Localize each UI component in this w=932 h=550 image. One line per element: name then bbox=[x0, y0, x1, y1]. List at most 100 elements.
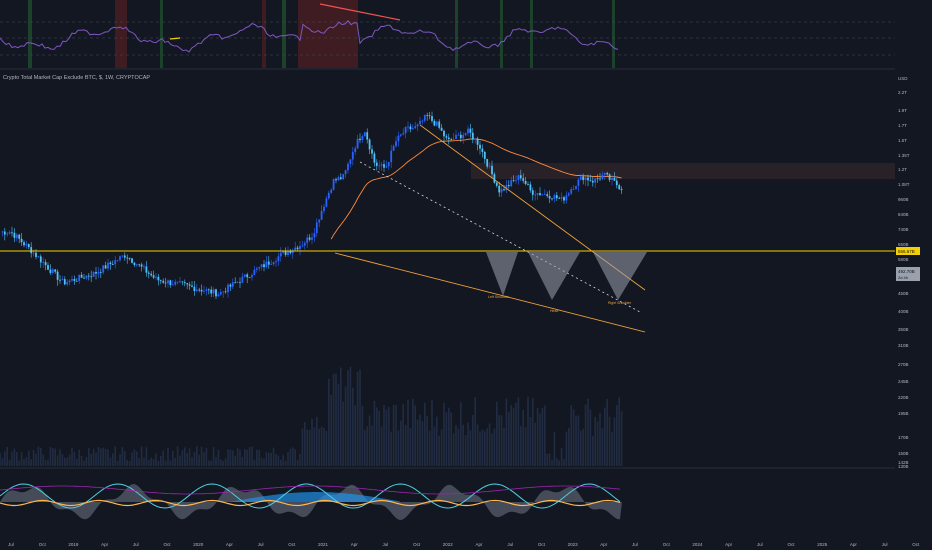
candle-body bbox=[476, 138, 479, 145]
time-tick-label: 2024 bbox=[692, 542, 703, 547]
time-tick-label: Jul bbox=[882, 542, 888, 547]
candle-body bbox=[294, 247, 297, 251]
volume-bar bbox=[515, 402, 517, 466]
volume-bar bbox=[162, 450, 164, 466]
candle-body bbox=[323, 206, 325, 211]
rsi-signal-band bbox=[530, 0, 533, 68]
volume-bar bbox=[390, 431, 392, 466]
candle-body bbox=[123, 255, 126, 258]
volume-bar bbox=[589, 409, 592, 466]
volume-bar bbox=[227, 449, 229, 466]
candle-body bbox=[570, 189, 573, 194]
candle-body bbox=[512, 180, 515, 182]
volume-bar bbox=[385, 409, 388, 466]
price-tick-label: 130B bbox=[898, 464, 909, 469]
volume-bar bbox=[126, 459, 128, 466]
time-tick-label: Apr bbox=[101, 542, 109, 547]
candle-body bbox=[272, 262, 275, 265]
candle-body bbox=[457, 134, 460, 136]
candle-body bbox=[347, 163, 349, 171]
volume-bar bbox=[287, 452, 289, 466]
candle-body bbox=[311, 237, 313, 240]
volume-bar bbox=[436, 416, 438, 466]
volume-bar bbox=[496, 401, 498, 466]
volume-bar bbox=[431, 400, 433, 466]
volume-bar bbox=[580, 430, 582, 466]
candle-body bbox=[133, 262, 136, 265]
volume-bar bbox=[296, 459, 299, 466]
chart-canvas[interactable]: 80.0060.0040.0020.00 Crypto Total Market… bbox=[0, 0, 932, 550]
candle-body bbox=[32, 252, 35, 254]
volume-bar bbox=[275, 454, 277, 466]
candle-body bbox=[421, 120, 424, 122]
candle-body bbox=[75, 280, 78, 282]
volume-bar bbox=[464, 435, 467, 466]
volume-bar bbox=[505, 398, 508, 466]
candle-body bbox=[15, 234, 18, 238]
price-axis[interactable]: USD 2.2T 1.9T 1.7T 1.5T 1.35T 1.2T 1.08T 960B 84… bbox=[895, 0, 932, 535]
volume-bar bbox=[414, 405, 416, 466]
volume-bar bbox=[354, 405, 356, 466]
volume-bar bbox=[239, 449, 241, 466]
candle-body bbox=[11, 232, 13, 234]
candle-body bbox=[68, 280, 71, 283]
volume-bar bbox=[64, 457, 66, 466]
volume-bar bbox=[37, 446, 40, 466]
candle-body bbox=[246, 274, 249, 278]
candle-body bbox=[591, 180, 594, 183]
volume-bar bbox=[229, 449, 232, 466]
candle-body bbox=[428, 115, 431, 117]
volume-bar bbox=[128, 460, 131, 466]
time-axis[interactable]: Jul Oct 2019 Apr Jul Oct 2020 Apr Jul Oct 2021 Apr J… bbox=[0, 535, 932, 550]
price-tick-label: 1.9T bbox=[898, 108, 907, 113]
volume-bar bbox=[241, 457, 244, 466]
volume-bar bbox=[448, 407, 450, 466]
candle-body bbox=[296, 247, 299, 250]
volume-bar bbox=[596, 421, 599, 466]
volume-bar bbox=[371, 425, 373, 466]
volume-bar bbox=[400, 420, 402, 466]
candle-body bbox=[1, 231, 4, 233]
volume-bar bbox=[148, 459, 150, 466]
volume-bar bbox=[47, 459, 49, 466]
volume-bar bbox=[328, 378, 330, 466]
volume-bar bbox=[476, 424, 479, 466]
candle-body bbox=[263, 264, 265, 268]
volume-bar bbox=[30, 459, 32, 466]
volume-bar bbox=[551, 459, 553, 466]
candle-body bbox=[270, 264, 273, 265]
candle-body bbox=[378, 165, 381, 167]
candle-body bbox=[517, 175, 520, 181]
volume-bar bbox=[479, 431, 481, 466]
candle-body bbox=[253, 269, 256, 275]
volume-bar bbox=[44, 459, 47, 466]
time-tick-label: Oct bbox=[288, 542, 296, 547]
volume-bar bbox=[368, 415, 371, 466]
volume-bar bbox=[426, 415, 428, 466]
volume-bar bbox=[28, 450, 30, 466]
volume-bar bbox=[529, 417, 532, 466]
volume-bar bbox=[78, 449, 80, 466]
candle-body bbox=[267, 261, 270, 265]
time-tick-label: Apr bbox=[475, 542, 483, 547]
time-tick-label: Oct bbox=[912, 542, 920, 547]
candle-body bbox=[558, 198, 561, 199]
candle-body bbox=[195, 289, 198, 292]
candle-body bbox=[589, 180, 592, 182]
candle-body bbox=[440, 127, 443, 131]
volume-bar bbox=[152, 458, 155, 466]
resistance-zone bbox=[471, 163, 895, 179]
candle-body bbox=[320, 210, 323, 220]
volume-bar bbox=[421, 421, 424, 466]
volume-bar bbox=[503, 427, 505, 466]
volume-bar bbox=[13, 448, 16, 466]
candle-body bbox=[66, 282, 69, 285]
candle-body bbox=[414, 126, 417, 129]
candle-body bbox=[587, 177, 589, 181]
volume-bar bbox=[11, 451, 13, 466]
volume-bar bbox=[349, 366, 352, 466]
volume-bar bbox=[97, 446, 100, 466]
candle-body bbox=[162, 280, 165, 283]
volume-bar bbox=[620, 411, 623, 466]
candle-body bbox=[529, 184, 532, 191]
